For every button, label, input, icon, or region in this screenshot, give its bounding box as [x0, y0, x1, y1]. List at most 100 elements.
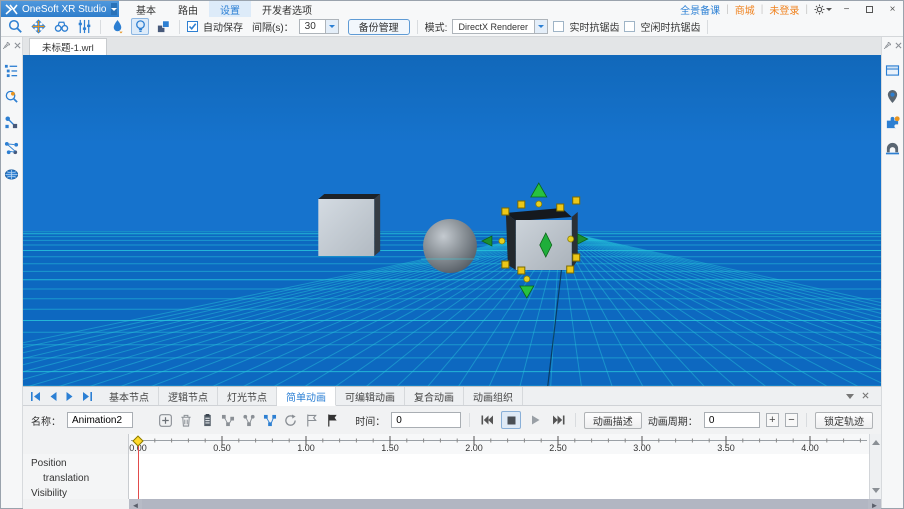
- skip-start-icon[interactable]: [478, 412, 495, 428]
- binoculars-icon[interactable]: [52, 18, 70, 35]
- tab-light-nodes[interactable]: 灯光节点: [218, 387, 277, 405]
- menu-developer-options[interactable]: 开发者选项: [251, 1, 323, 17]
- tab-simple-animation[interactable]: 简单动画: [277, 387, 336, 406]
- track-position[interactable]: Position: [23, 456, 128, 471]
- tab-scroll-prev[interactable]: [50, 392, 57, 401]
- time-label: 时间：: [355, 413, 385, 428]
- menu-settings[interactable]: 设置: [209, 1, 251, 17]
- globe-icon[interactable]: [4, 166, 20, 182]
- viewport-3d[interactable]: [23, 55, 881, 386]
- menu-basic[interactable]: 基本: [125, 1, 167, 17]
- tab-composite-animation[interactable]: 复合动画: [405, 387, 464, 405]
- restore-button[interactable]: [861, 2, 878, 16]
- ruler-gutter: [23, 434, 129, 454]
- panel-browser-icon[interactable]: [885, 62, 901, 78]
- minimize-button[interactable]: −: [838, 2, 855, 16]
- app-brand: OneSoft XR Studio: [1, 1, 119, 17]
- resource-library-icon[interactable]: [885, 140, 901, 156]
- animation-desc-button[interactable]: 动画描述: [584, 412, 642, 429]
- flag-filled-icon[interactable]: [325, 412, 340, 428]
- outline-tree-icon[interactable]: [4, 62, 20, 78]
- node-copy-icon[interactable]: [221, 412, 236, 428]
- divider: [100, 20, 101, 34]
- panorama-lesson-link[interactable]: 全景备课: [680, 2, 720, 17]
- selected-cube-object[interactable]: [506, 208, 578, 270]
- cubes-icon[interactable]: [154, 18, 172, 35]
- realtime-aa-checkbox[interactable]: [553, 21, 564, 32]
- tab-scroll-last[interactable]: [82, 392, 92, 401]
- renderer-select[interactable]: DirectX Renderer: [452, 19, 548, 34]
- fill-icon[interactable]: [108, 18, 126, 35]
- pin-icon[interactable]: [2, 41, 10, 49]
- node-paste-icon[interactable]: [241, 412, 256, 428]
- divider: |: [761, 4, 764, 15]
- login-link[interactable]: 未登录: [769, 2, 799, 17]
- settings-gear-icon[interactable]: [814, 4, 832, 15]
- hierarchy-icon[interactable]: [4, 114, 20, 130]
- sliders-icon[interactable]: [75, 18, 93, 35]
- skip-end-icon[interactable]: [550, 412, 567, 428]
- play-icon[interactable]: [527, 412, 544, 428]
- hscroll-thumb[interactable]: [142, 499, 868, 509]
- add-keyframe-icon[interactable]: [158, 412, 173, 428]
- tab-basic-nodes[interactable]: 基本节点: [100, 387, 159, 405]
- bulb-icon[interactable]: [131, 18, 149, 35]
- realtime-aa-label: 实时抗锯齿: [569, 19, 619, 34]
- backup-manage-button[interactable]: 备份管理: [348, 19, 410, 35]
- map-pin-icon[interactable]: [885, 88, 901, 104]
- tab-animation-organize[interactable]: 动画组织: [464, 387, 523, 405]
- collapse-left-icon[interactable]: [13, 41, 21, 49]
- close-button[interactable]: ×: [884, 2, 901, 16]
- autosave-checkbox[interactable]: [187, 21, 198, 32]
- ruler-label: 1.50: [381, 443, 399, 453]
- clipboard-icon[interactable]: [200, 412, 215, 428]
- collapse-right-icon[interactable]: [894, 41, 902, 49]
- playhead[interactable]: [138, 438, 139, 499]
- store-link[interactable]: 商城: [735, 2, 755, 17]
- scroll-left-icon[interactable]: ◄: [129, 499, 142, 509]
- scroll-down-icon[interactable]: [872, 488, 880, 497]
- move-icon[interactable]: [29, 18, 47, 35]
- track-translation[interactable]: translation: [23, 471, 128, 486]
- tab-editable-animation[interactable]: 可编辑动画: [336, 387, 405, 405]
- period-increase-button[interactable]: +: [766, 413, 779, 427]
- lock-track-button[interactable]: 锁定轨迹: [815, 412, 873, 429]
- interval-select[interactable]: 30: [299, 19, 339, 34]
- pin-icon[interactable]: [883, 41, 891, 49]
- tab-scroll-next[interactable]: [66, 392, 73, 401]
- divider: [707, 20, 708, 34]
- cube-object[interactable]: [318, 194, 380, 256]
- search-model-icon[interactable]: [4, 88, 20, 104]
- ruler-label: 1.00: [297, 443, 315, 453]
- delete-icon[interactable]: [179, 412, 194, 428]
- keyframe-area[interactable]: [129, 454, 869, 499]
- timeline: 0.00 0.50 1.00 1.50 2.00 2.50 3.00 3.50 …: [23, 434, 881, 509]
- timeline-ruler[interactable]: 0.00 0.50 1.00 1.50 2.00 2.50 3.00 3.50 …: [129, 434, 869, 454]
- time-input[interactable]: [391, 412, 461, 428]
- mode-label: 模式:: [425, 19, 448, 34]
- divider: |: [726, 4, 729, 15]
- ruler-label: 4.00: [801, 443, 819, 453]
- document-tab[interactable]: 未标题-1.wrl: [29, 38, 107, 55]
- timeline-hscrollbar[interactable]: ◄ ►: [23, 499, 881, 509]
- node-active-icon[interactable]: [262, 412, 277, 428]
- flag-outline-icon[interactable]: [304, 412, 319, 428]
- scroll-right-icon[interactable]: ►: [868, 499, 881, 509]
- divider: [417, 20, 418, 34]
- menu-routing[interactable]: 路由: [167, 1, 209, 17]
- search-icon[interactable]: [6, 18, 24, 35]
- tab-logic-nodes[interactable]: 逻辑节点: [159, 387, 218, 405]
- loop-icon[interactable]: [283, 412, 298, 428]
- period-decrease-button[interactable]: −: [785, 413, 798, 427]
- panel-collapse-icon[interactable]: [846, 390, 854, 402]
- idle-aa-checkbox[interactable]: [624, 21, 635, 32]
- node-network-icon[interactable]: [4, 140, 20, 156]
- tab-scroll-first[interactable]: [31, 392, 41, 401]
- panel-close-icon[interactable]: [862, 390, 869, 402]
- app-menu-dropdown[interactable]: [111, 3, 117, 15]
- period-input[interactable]: [704, 412, 760, 428]
- stop-button[interactable]: [501, 411, 522, 429]
- plugin-puzzle-icon[interactable]: [885, 114, 901, 130]
- animation-name-input[interactable]: [67, 412, 133, 428]
- scroll-up-icon[interactable]: [872, 436, 880, 445]
